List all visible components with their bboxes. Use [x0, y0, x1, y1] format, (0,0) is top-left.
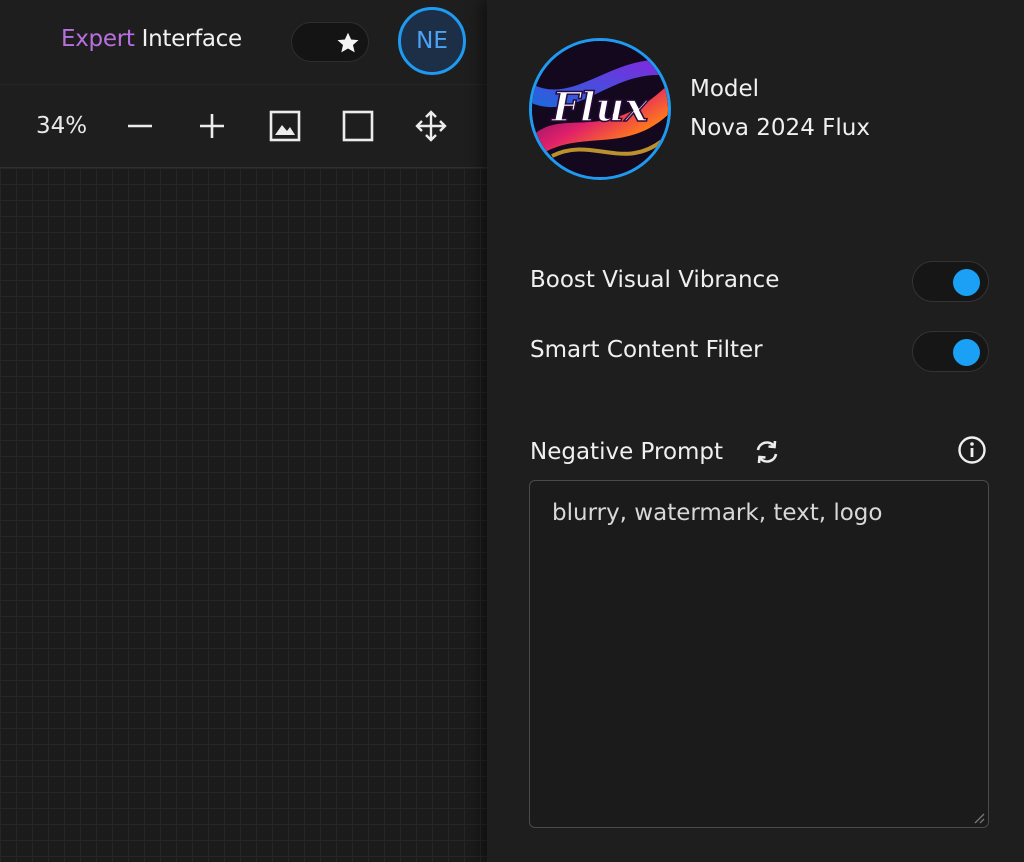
model-thumbnail[interactable]: Flux [529, 38, 671, 180]
plus-icon [200, 114, 224, 138]
minus-icon [128, 124, 152, 128]
negative-prompt-text: blurry, watermark, text, logo [552, 500, 883, 526]
refresh-icon[interactable] [753, 438, 781, 470]
resize-grip-icon[interactable] [973, 812, 985, 824]
move-icon [415, 110, 447, 142]
canvas-grid[interactable] [0, 168, 487, 862]
user-avatar[interactable]: NE [398, 7, 466, 75]
info-icon[interactable] [957, 435, 987, 469]
canvas-area: Expert Interface NE 34% [0, 0, 487, 862]
image-icon [269, 110, 301, 142]
toggle-knob [953, 339, 980, 366]
negative-prompt-label: Negative Prompt [530, 439, 724, 465]
negative-prompt-input[interactable]: blurry, watermark, text, logo [529, 480, 989, 828]
app-title: Expert Interface [61, 26, 242, 52]
pan-button[interactable] [414, 109, 448, 143]
content-filter-toggle[interactable] [912, 331, 989, 372]
zoom-level: 34% [36, 113, 88, 139]
model-logo: Flux [532, 41, 668, 177]
app-title-part-1: Expert [61, 26, 135, 52]
model-name[interactable]: Nova 2024 Flux [690, 115, 870, 141]
image-button[interactable] [268, 109, 302, 143]
zoom-in-button[interactable] [195, 109, 229, 143]
model-label: Model [690, 76, 760, 102]
setting-label-content-filter: Smart Content Filter [530, 337, 763, 363]
app-title-part-2: Interface [141, 26, 243, 52]
frame-button[interactable] [341, 109, 375, 143]
star-icon [337, 32, 359, 53]
toggle-knob [953, 269, 980, 296]
settings-panel: Flux Model Nova 2024 Flux Boost Visual V… [487, 0, 1024, 862]
zoom-out-button[interactable] [123, 109, 157, 143]
top-bar: Expert Interface NE [0, 0, 487, 84]
setting-label-boost-vibrance: Boost Visual Vibrance [530, 267, 780, 293]
model-thumb-text: Flux [551, 84, 650, 131]
boost-vibrance-toggle[interactable] [912, 261, 989, 302]
favorite-toggle[interactable] [291, 22, 369, 62]
square-icon [342, 110, 374, 142]
canvas-toolbar: 34% [0, 84, 487, 168]
